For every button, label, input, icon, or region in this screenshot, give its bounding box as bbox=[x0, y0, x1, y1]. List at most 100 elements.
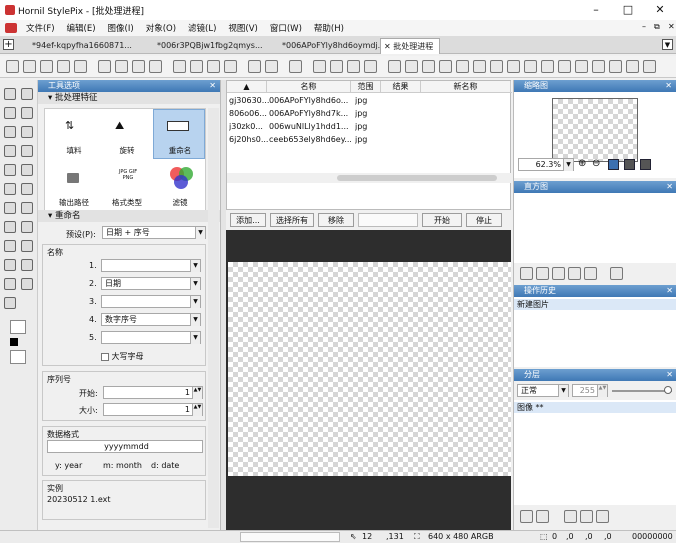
panel-close-icon[interactable]: ✕ bbox=[666, 369, 673, 381]
tab-document-1[interactable]: *94ef-kqpyfha1660871... bbox=[20, 38, 145, 54]
new-layer-icon[interactable] bbox=[520, 510, 533, 523]
open-icon[interactable] bbox=[23, 60, 36, 73]
magic-wand-icon[interactable] bbox=[21, 126, 33, 138]
menu-app-icon[interactable] bbox=[0, 22, 20, 34]
history-item[interactable]: 新建图片 bbox=[514, 299, 676, 310]
align-bottom-icon[interactable] bbox=[592, 60, 605, 73]
foreground-color-swatch[interactable] bbox=[10, 320, 26, 334]
align-top-icon[interactable] bbox=[558, 60, 571, 73]
actual-size-icon[interactable] bbox=[624, 159, 635, 170]
lock-icon[interactable] bbox=[388, 60, 401, 73]
smudge-icon[interactable] bbox=[21, 221, 33, 233]
channel-all-icon[interactable] bbox=[520, 267, 533, 280]
copy-icon[interactable] bbox=[190, 60, 203, 73]
thumbnail-image[interactable] bbox=[552, 98, 638, 162]
new-icon[interactable] bbox=[6, 60, 19, 73]
flip-v-icon[interactable] bbox=[439, 60, 452, 73]
close-button[interactable]: ✕ bbox=[644, 0, 676, 20]
rotate-left-icon[interactable] bbox=[456, 60, 469, 73]
back-icon[interactable] bbox=[74, 60, 87, 73]
blend-mode-select[interactable]: 正常 ▼ bbox=[517, 384, 569, 397]
name-part-select[interactable]: ▼ bbox=[101, 259, 201, 272]
zoom-in-icon[interactable]: ⊕ bbox=[578, 158, 586, 169]
name-part-select[interactable]: 日期 ▼ bbox=[101, 277, 201, 290]
play-right-icon[interactable] bbox=[115, 60, 128, 73]
flip-h-icon[interactable] bbox=[422, 60, 435, 73]
save-icon[interactable] bbox=[40, 60, 53, 73]
forward-icon[interactable] bbox=[132, 60, 145, 73]
menu-edit[interactable]: 编辑(E) bbox=[61, 22, 102, 34]
distribute-icon[interactable] bbox=[609, 60, 622, 73]
fill-tool-icon[interactable] bbox=[4, 202, 16, 214]
marquee-icon[interactable] bbox=[4, 145, 16, 157]
swap-colors-icon[interactable] bbox=[10, 338, 18, 346]
pen-icon[interactable] bbox=[4, 164, 16, 176]
date-format-input[interactable]: yyyymmdd bbox=[47, 440, 203, 453]
col-range[interactable]: 范围 bbox=[351, 81, 381, 93]
more-icon[interactable] bbox=[643, 60, 656, 73]
crop-tool-icon[interactable] bbox=[21, 145, 33, 157]
panel-close-icon[interactable]: ✕ bbox=[666, 285, 673, 297]
move-down-icon[interactable] bbox=[580, 510, 593, 523]
full-screen-icon[interactable] bbox=[640, 159, 651, 170]
cut-icon[interactable] bbox=[173, 60, 186, 73]
channel-red-icon[interactable] bbox=[552, 267, 565, 280]
scrollbar-thumb[interactable] bbox=[337, 175, 497, 181]
menu-object[interactable]: 对象(O) bbox=[140, 22, 182, 34]
col-sort-arrow[interactable]: ▲ bbox=[227, 81, 267, 93]
clone-icon[interactable] bbox=[4, 183, 16, 195]
move-up-icon[interactable] bbox=[564, 510, 577, 523]
help-icon[interactable] bbox=[347, 60, 360, 73]
menu-file[interactable]: 文件(F) bbox=[20, 22, 61, 34]
select-all-button[interactable]: 选择所有 bbox=[270, 213, 314, 227]
preset-select[interactable]: 日期 + 序号 ▼ bbox=[102, 226, 206, 239]
zoom-select[interactable]: 62.3% ▼ bbox=[518, 158, 574, 171]
stop-button[interactable]: 停止 bbox=[466, 213, 502, 227]
align-right-icon[interactable] bbox=[541, 60, 554, 73]
channel-green-icon[interactable] bbox=[568, 267, 581, 280]
remove-button[interactable]: 移除 bbox=[318, 213, 354, 227]
transform-icon[interactable] bbox=[405, 60, 418, 73]
panel-close-icon[interactable]: ✕ bbox=[665, 80, 672, 92]
name-part-select[interactable]: ▼ bbox=[101, 295, 201, 308]
feature-fill[interactable]: 填料 bbox=[49, 145, 99, 156]
name-part-select[interactable]: ▼ bbox=[101, 331, 201, 344]
grid-icon[interactable] bbox=[313, 60, 326, 73]
opacity-slider[interactable] bbox=[612, 386, 672, 394]
spinner-arrows-icon[interactable]: ▲▼ bbox=[192, 404, 202, 416]
col-new-name[interactable]: 新名称 bbox=[421, 81, 511, 93]
start-button[interactable]: 开始 bbox=[422, 213, 462, 227]
rotate-right-icon[interactable] bbox=[473, 60, 486, 73]
menu-window[interactable]: 窗口(W) bbox=[264, 22, 308, 34]
paste-icon[interactable] bbox=[207, 60, 220, 73]
panel-close-icon[interactable]: ✕ bbox=[209, 80, 216, 92]
feature-rotate[interactable]: 旋转 bbox=[102, 145, 152, 156]
spinner-arrows-icon[interactable]: ▲▼ bbox=[597, 385, 607, 397]
file-row[interactable]: gj30630... 006APoFYly8hd6o... jpg bbox=[227, 94, 512, 107]
align-center-icon[interactable] bbox=[524, 60, 537, 73]
opacity-spinner[interactable]: 255 ▲▼ bbox=[572, 384, 608, 397]
align-middle-icon[interactable] bbox=[575, 60, 588, 73]
text-icon[interactable] bbox=[4, 259, 16, 271]
image-icon[interactable] bbox=[21, 259, 33, 271]
panel-close-icon[interactable]: ✕ bbox=[666, 181, 673, 193]
file-row[interactable]: 6j20hs0... ceeb653ely8hd6ey... jpg bbox=[227, 133, 512, 146]
mdi-close-button[interactable]: ✕ bbox=[662, 22, 676, 31]
dodge-icon[interactable] bbox=[21, 202, 33, 214]
image-canvas[interactable] bbox=[228, 262, 511, 476]
fit-view-icon[interactable] bbox=[608, 159, 619, 170]
spinner-arrows-icon[interactable]: ▲▼ bbox=[192, 387, 202, 399]
zoom-icon[interactable] bbox=[21, 278, 33, 290]
color-picker-icon[interactable] bbox=[4, 278, 16, 290]
delete-layer-icon[interactable] bbox=[596, 510, 609, 523]
col-result[interactable]: 结果 bbox=[381, 81, 421, 93]
line-icon[interactable] bbox=[4, 240, 16, 252]
panel-toggle-icon[interactable] bbox=[289, 60, 302, 73]
tab-list-chevron-icon[interactable]: ▼ bbox=[662, 39, 673, 50]
horizontal-scrollbar[interactable] bbox=[227, 173, 511, 183]
col-name[interactable]: 名称 bbox=[267, 81, 351, 93]
tab-document-3[interactable]: *006APoFYly8hd6oymdj... bbox=[270, 38, 380, 54]
brush-icon[interactable] bbox=[21, 164, 33, 176]
new-tab-icon[interactable]: + bbox=[3, 39, 14, 50]
delete-icon[interactable] bbox=[149, 60, 162, 73]
